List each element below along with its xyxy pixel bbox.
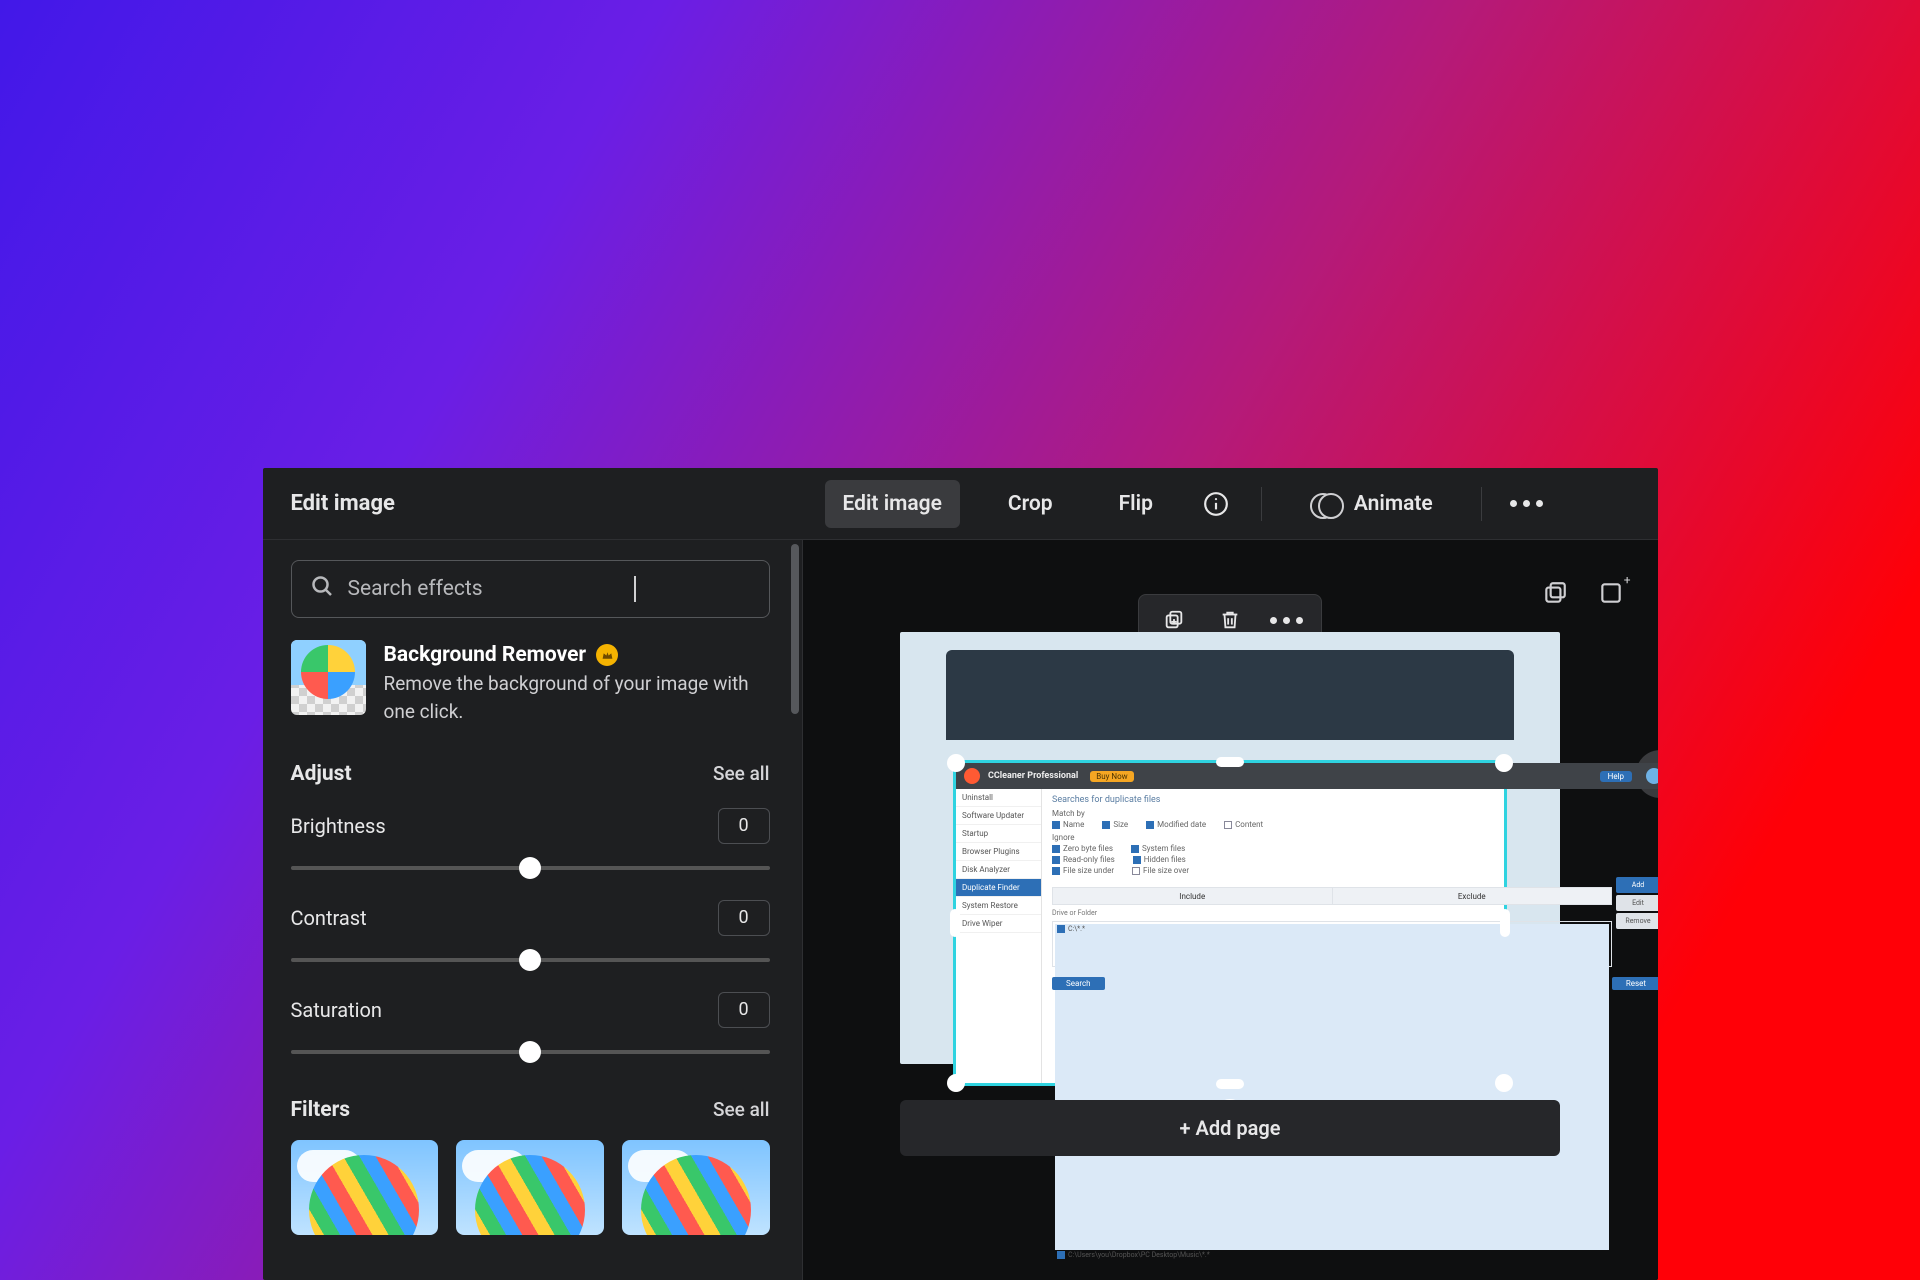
saturation-label: Saturation bbox=[291, 998, 382, 1022]
filter-thumb[interactable] bbox=[291, 1140, 439, 1235]
filters-see-all[interactable]: See all bbox=[713, 1098, 770, 1121]
sidebar-title-text: Edit image bbox=[291, 491, 395, 516]
inner-app-title: CCleaner Professional bbox=[988, 771, 1078, 781]
contrast-value[interactable]: 0 bbox=[718, 900, 770, 936]
filters-heading: Filters bbox=[291, 1098, 351, 1122]
flip-button[interactable]: Flip bbox=[1101, 480, 1171, 528]
animate-icon bbox=[1310, 489, 1340, 519]
background-remover-item[interactable]: Background Remover Remove the background… bbox=[291, 640, 770, 726]
edit-image-button[interactable]: Edit image bbox=[825, 480, 960, 528]
add-page-icon[interactable]: + bbox=[1594, 576, 1628, 610]
resize-handle[interactable] bbox=[1500, 909, 1510, 937]
saturation-row: Saturation 0 bbox=[291, 992, 770, 1062]
resize-handle[interactable] bbox=[1495, 1074, 1513, 1092]
toolbar-separator bbox=[1261, 487, 1262, 521]
resize-handle[interactable] bbox=[1216, 1079, 1244, 1089]
toolbar-separator bbox=[1481, 487, 1482, 521]
inner-help-button: Help bbox=[1600, 771, 1632, 782]
add-page-button[interactable]: + Add page bbox=[900, 1100, 1560, 1156]
stock-photo-monitor bbox=[946, 650, 1514, 740]
background-remover-title: Background Remover bbox=[384, 640, 587, 670]
saturation-value[interactable]: 0 bbox=[718, 992, 770, 1028]
search-input[interactable]: Search effects bbox=[291, 560, 770, 618]
background-remover-desc: Remove the background of your image with… bbox=[384, 670, 770, 725]
brightness-value[interactable]: 0 bbox=[718, 808, 770, 844]
duplicate-page-icon[interactable] bbox=[1538, 576, 1572, 610]
resize-handle[interactable] bbox=[1216, 757, 1244, 767]
background-remover-thumb bbox=[291, 640, 366, 715]
saturation-slider[interactable] bbox=[291, 1042, 770, 1062]
selected-image[interactable]: CCleaner Professional Buy Now Help Unins… bbox=[953, 760, 1507, 1086]
info-icon[interactable] bbox=[1201, 489, 1231, 519]
resize-handle[interactable] bbox=[1495, 754, 1513, 772]
adjust-heading: Adjust bbox=[291, 762, 352, 786]
embedded-screenshot: CCleaner Professional Buy Now Help Unins… bbox=[956, 763, 1504, 1083]
resize-handle[interactable] bbox=[950, 909, 960, 937]
sidebar-title: Edit image bbox=[263, 468, 803, 540]
crop-button[interactable]: Crop bbox=[990, 480, 1071, 528]
resize-handle[interactable] bbox=[947, 1074, 965, 1092]
filters-row bbox=[291, 1140, 770, 1235]
contrast-slider[interactable] bbox=[291, 950, 770, 970]
filter-thumb[interactable] bbox=[622, 1140, 770, 1235]
search-placeholder: Search effects bbox=[348, 577, 483, 601]
top-toolbar: Edit image Crop Flip Animate bbox=[803, 468, 1658, 540]
canvas-area[interactable]: + bbox=[803, 540, 1658, 1280]
contrast-row: Contrast 0 bbox=[291, 900, 770, 970]
text-cursor bbox=[634, 576, 636, 602]
panel-scrollbar[interactable] bbox=[788, 544, 802, 1276]
canvas-page[interactable]: CCleaner Professional Buy Now Help Unins… bbox=[900, 632, 1560, 1064]
inner-buy-button: Buy Now bbox=[1090, 771, 1133, 782]
search-icon bbox=[310, 574, 334, 604]
animate-button[interactable]: Animate bbox=[1292, 480, 1451, 528]
brightness-row: Brightness 0 bbox=[291, 808, 770, 878]
adjust-see-all[interactable]: See all bbox=[713, 762, 770, 785]
brightness-label: Brightness bbox=[291, 814, 386, 838]
brightness-slider[interactable] bbox=[291, 858, 770, 878]
filter-thumb[interactable] bbox=[456, 1140, 604, 1235]
inner-heading: Searches for duplicate files bbox=[1052, 795, 1658, 805]
effects-panel: Search effects Background Remover bbox=[263, 540, 803, 1280]
resize-handle[interactable] bbox=[947, 754, 965, 772]
premium-crown-icon bbox=[596, 644, 618, 666]
app-window: Edit image Edit image Crop Flip Animate bbox=[263, 468, 1658, 1280]
contrast-label: Contrast bbox=[291, 906, 367, 930]
more-icon[interactable] bbox=[1512, 489, 1542, 519]
